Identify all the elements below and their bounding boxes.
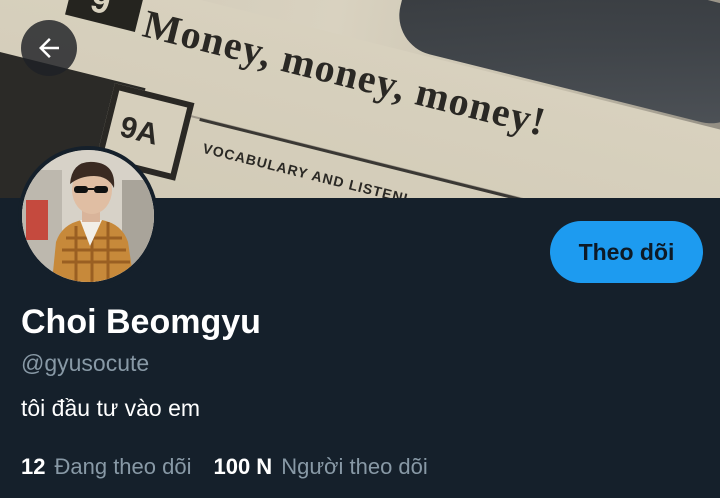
profile-stats: 12 Đang theo dõi 100 N Người theo dõi xyxy=(21,454,450,480)
following-stat[interactable]: 12 Đang theo dõi xyxy=(21,454,191,480)
profile-photo-icon xyxy=(22,150,154,282)
following-label: Đang theo dõi xyxy=(54,454,192,479)
follow-button[interactable]: Theo dõi xyxy=(550,221,703,283)
followers-stat[interactable]: 100 N Người theo dõi xyxy=(213,454,427,480)
avatar[interactable] xyxy=(18,146,158,286)
display-name: Choi Beomgyu xyxy=(21,303,261,341)
arrow-left-icon xyxy=(39,38,59,58)
user-handle: @gyusocute xyxy=(21,350,150,376)
following-count: 12 xyxy=(21,454,46,479)
banner-top-number: 9 xyxy=(86,0,115,23)
followers-label: Người theo dõi xyxy=(281,454,428,479)
followers-count: 100 N xyxy=(213,454,273,479)
banner-unit-number: 9A xyxy=(116,110,162,152)
profile-bio: tôi đầu tư vào em xyxy=(21,395,201,421)
back-button[interactable] xyxy=(21,20,77,76)
profile-page: 9 Money, money, money! 9A VOCABULARY AND… xyxy=(0,0,720,498)
